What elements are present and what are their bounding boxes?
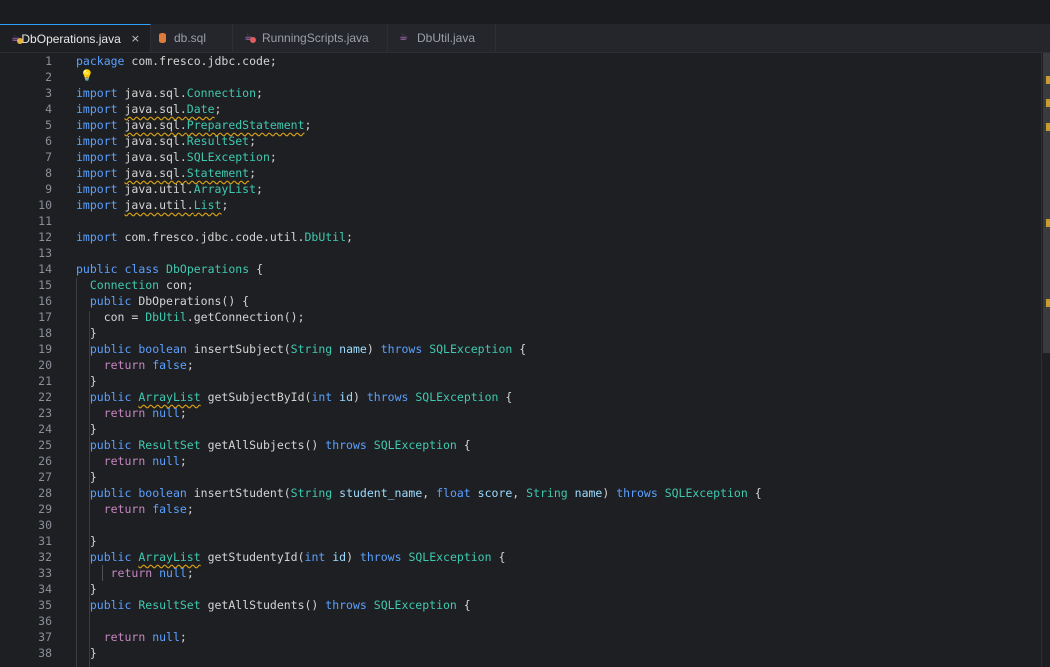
tab-dbutil-java[interactable]: ☕ DbUtil.java bbox=[388, 24, 496, 52]
code-line: 24 } bbox=[38, 422, 97, 436]
lightbulb-icon[interactable]: 💡 bbox=[80, 69, 94, 82]
code-line: 11 bbox=[38, 214, 52, 228]
code-line: 13 bbox=[38, 246, 52, 260]
code-line: 23 return null; bbox=[38, 406, 187, 420]
tab-dboperations-java[interactable]: ☕ DbOperations.java × bbox=[0, 24, 151, 52]
tab-label: DbOperations.java bbox=[21, 31, 121, 46]
editor-tab-bar: ☕ DbOperations.java × db.sql ☕ RunningSc… bbox=[0, 24, 1050, 53]
code-line: 32 public ArrayList getStudentyId(int id… bbox=[38, 550, 506, 564]
warning-marker[interactable] bbox=[1046, 219, 1050, 227]
code-line: 9 import java.util.ArrayList; bbox=[45, 182, 263, 196]
code-line: 3 import java.sql.Connection; bbox=[45, 86, 263, 100]
warning-marker[interactable] bbox=[1046, 99, 1050, 107]
tab-label: db.sql bbox=[174, 31, 207, 45]
code-line: 16 public DbOperations() { bbox=[38, 294, 250, 308]
code-line: 30 bbox=[38, 518, 52, 532]
code-line: 36 bbox=[38, 614, 52, 628]
warning-marker[interactable] bbox=[1046, 123, 1050, 131]
code-line: 27 } bbox=[38, 470, 97, 484]
code-line: 5 import java.sql.PreparedStatement; bbox=[45, 118, 312, 132]
java-file-icon: ☕ bbox=[399, 32, 408, 43]
code-line: 15 Connection con; bbox=[38, 278, 194, 292]
code-line: 10 import java.util.List; bbox=[38, 198, 229, 212]
warning-marker[interactable] bbox=[1046, 76, 1050, 84]
code-line: 21 } bbox=[38, 374, 97, 388]
code-line: 22 public ArrayList getSubjectById(int i… bbox=[38, 390, 513, 404]
code-line: 20 return false; bbox=[38, 358, 194, 372]
code-line: 38 } bbox=[38, 646, 97, 660]
tab-db-sql[interactable]: db.sql bbox=[151, 24, 233, 52]
code-editor[interactable]: 1 package com.fresco.jdbc.code; 2 💡 3 impor… bbox=[0, 53, 1044, 667]
code-line: 17 con = DbUtil.getConnection(); bbox=[38, 310, 305, 324]
code-line: 35 public ResultSet getAllStudents() thr… bbox=[38, 598, 471, 612]
code-line: 4 import java.sql.Date; bbox=[45, 102, 222, 116]
code-line: 6 import java.sql.ResultSet; bbox=[45, 134, 257, 148]
java-file-warning-icon: ☕ bbox=[10, 32, 23, 46]
scrollbar-thumb[interactable] bbox=[1043, 53, 1050, 353]
vertical-scrollbar[interactable] bbox=[1041, 53, 1050, 667]
code-line: 7 import java.sql.SQLException; bbox=[45, 150, 277, 164]
close-icon[interactable]: × bbox=[131, 32, 140, 45]
tab-label: DbUtil.java bbox=[417, 31, 476, 45]
tab-runningscripts-java[interactable]: ☕ RunningScripts.java bbox=[233, 24, 388, 52]
code-line: 18 } bbox=[38, 326, 97, 340]
java-file-error-icon: ☕ bbox=[243, 31, 259, 45]
code-line: 34 } bbox=[38, 582, 97, 596]
code-line: 19 public boolean insertSubject(String n… bbox=[38, 342, 527, 356]
code-line: 8 import java.sql.Statement; bbox=[45, 166, 257, 180]
code-line: 2 💡 bbox=[45, 69, 94, 84]
code-line: 1 package com.fresco.jdbc.code; bbox=[45, 54, 277, 68]
code-line: 26 return null; bbox=[38, 454, 187, 468]
database-file-icon bbox=[159, 33, 166, 43]
code-line: 14 public class DbOperations { bbox=[38, 262, 263, 276]
code-line: 25 public ResultSet getAllSubjects() thr… bbox=[38, 438, 471, 452]
code-line: 37 return null; bbox=[38, 630, 187, 644]
code-line: 33 return null; bbox=[38, 565, 194, 581]
code-line: 28 public boolean insertStudent(String s… bbox=[38, 486, 762, 500]
window-titlebar bbox=[0, 0, 1050, 24]
code-line: 12 import com.fresco.jdbc.code.util.DbUti… bbox=[38, 230, 353, 244]
warning-marker[interactable] bbox=[1046, 299, 1050, 307]
code-line: 29 return false; bbox=[38, 502, 194, 516]
tab-label: RunningScripts.java bbox=[262, 31, 369, 45]
code-line: 31 } bbox=[38, 534, 97, 548]
